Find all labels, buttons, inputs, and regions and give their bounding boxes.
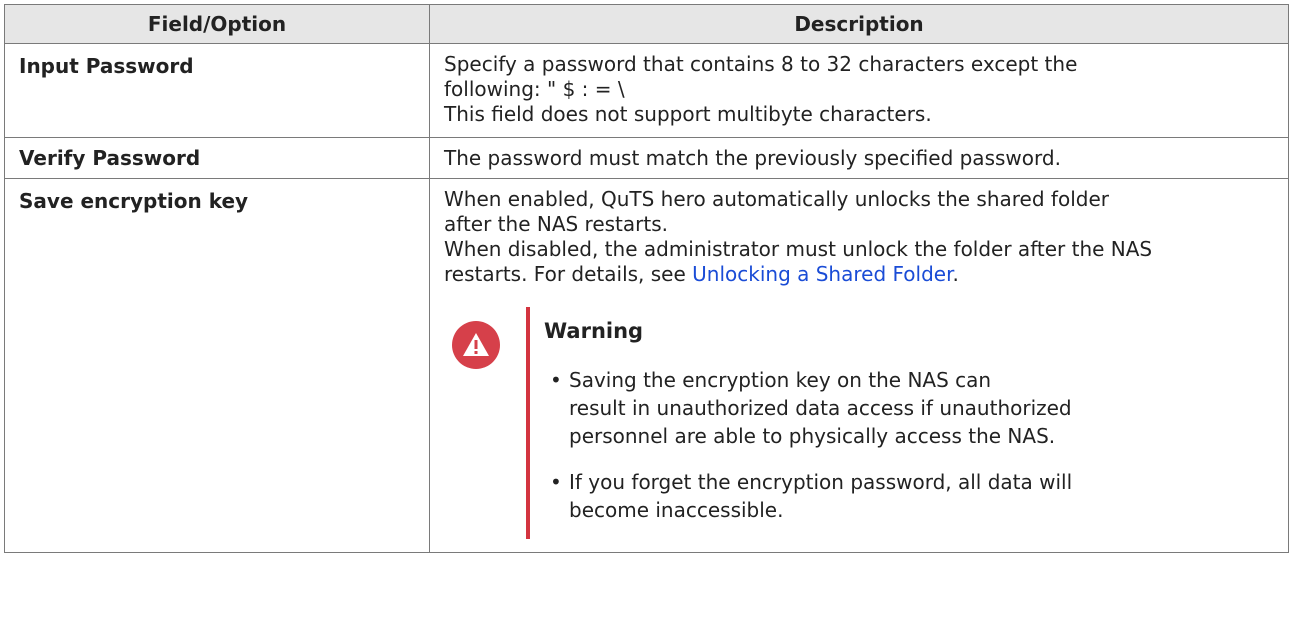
header-field-option: Field/Option <box>4 4 430 44</box>
field-name: Input Password <box>4 43 430 138</box>
field-description: When enabled, QuTS hero automatically un… <box>429 178 1289 553</box>
description-text: restarts. For details, see <box>444 262 693 286</box>
header-description: Description <box>429 4 1289 44</box>
list-item: • Saving the encryption key on the NAS c… <box>544 366 1274 450</box>
warning-accent-bar <box>526 307 530 539</box>
description-line: Specify a password that contains 8 to 32… <box>444 52 1078 76</box>
list-item: • If you forget the encryption password,… <box>544 468 1274 524</box>
warning-callout: Warning • Saving the encryption key on t… <box>444 307 1274 539</box>
table-header-row: Field/Option Description <box>4 4 1289 44</box>
table-row-save-encryption-key: Save encryption key When enabled, QuTS h… <box>4 178 1289 553</box>
bullet-icon: • <box>550 368 562 392</box>
field-description: Specify a password that contains 8 to 32… <box>429 43 1289 138</box>
description-line: When disabled, the administrator must un… <box>444 237 1153 261</box>
description-line: restarts. For details, see Unlocking a S… <box>444 262 1274 287</box>
field-name: Verify Password <box>4 137 430 179</box>
field-option-table: Field/Option Description Input Password … <box>4 4 1289 553</box>
list-item-line: Saving the encryption key on the NAS can <box>569 368 992 392</box>
description-line: This field does not support multibyte ch… <box>444 102 932 126</box>
table-row-input-password: Input Password Specify a password that c… <box>4 43 1289 138</box>
list-item-line: become inaccessible. <box>569 498 784 522</box>
warning-icon <box>452 321 500 369</box>
field-name: Save encryption key <box>4 178 430 553</box>
description-line: after the NAS restarts. <box>444 212 668 236</box>
warning-list: • Saving the encryption key on the NAS c… <box>544 366 1274 524</box>
unlocking-shared-folder-link[interactable]: Unlocking a Shared Folder <box>692 262 952 286</box>
field-description: The password must match the previously s… <box>429 137 1289 179</box>
list-item-line: personnel are able to physically access … <box>569 424 1056 448</box>
description-punctuation: . <box>952 262 959 286</box>
description-line: The password must match the previously s… <box>444 146 1061 170</box>
bullet-icon: • <box>550 470 562 494</box>
warning-title: Warning <box>544 319 644 343</box>
list-item-line: If you forget the encryption password, a… <box>569 470 1073 494</box>
list-item-line: result in unauthorized data access if un… <box>569 396 1072 420</box>
description-line: following: " $ : = \ <box>444 77 625 101</box>
table-row-verify-password: Verify Password The password must match … <box>4 137 1289 179</box>
description-line: When enabled, QuTS hero automatically un… <box>444 187 1109 211</box>
